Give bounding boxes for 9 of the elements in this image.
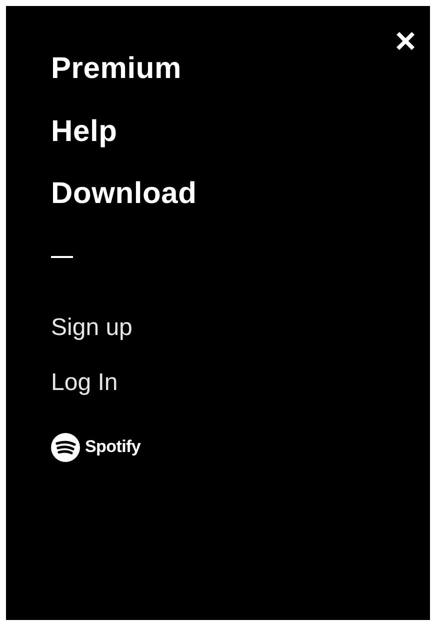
menu-link[interactable]: Help — [51, 114, 118, 149]
menu-link[interactable]: Download — [51, 177, 197, 212]
logo-icon — [51, 432, 80, 462]
separator-dash — [51, 256, 73, 258]
menu-link[interactable]: Premium — [51, 52, 182, 86]
account-link[interactable]: Log In — [51, 369, 118, 397]
account-link[interactable]: Sign up — [51, 314, 132, 342]
close-button[interactable]: × — [388, 23, 422, 59]
spotify-logo[interactable]: Spotify — [51, 432, 141, 462]
